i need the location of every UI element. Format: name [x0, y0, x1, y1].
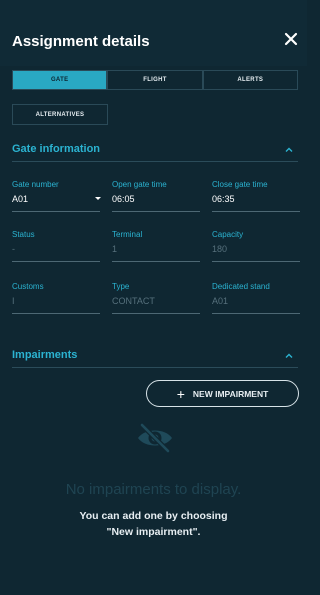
section-title: Gate information	[12, 143, 101, 155]
chevron-up-icon[interactable]	[284, 351, 294, 361]
caret-down-icon	[95, 197, 101, 200]
field-label: Status	[12, 230, 35, 239]
close-icon[interactable]	[283, 31, 299, 47]
field-label: Dedicated stand	[212, 282, 270, 291]
panel-header: Assignment details	[0, 0, 307, 66]
field-underline	[12, 211, 100, 212]
field-underline	[112, 211, 200, 212]
field-underline	[12, 261, 100, 262]
field-underline	[212, 261, 300, 262]
gate-information-section-header[interactable]: Gate information	[12, 140, 298, 162]
field-label: Open gate time	[112, 180, 167, 189]
tab-alternatives[interactable]: ALTERNATIVES	[12, 104, 108, 125]
new-impairment-button[interactable]: + NEW IMPAIRMENT	[146, 380, 299, 407]
section-title: Impairments	[12, 349, 78, 361]
field-value: 06:05	[112, 194, 135, 204]
impairments-section-header[interactable]: Impairments	[12, 346, 298, 368]
field-label: Capacity	[212, 230, 244, 239]
field-value: 06:35	[212, 194, 235, 204]
field-label: Type	[112, 282, 130, 291]
field-value: CONTACT	[112, 296, 155, 306]
field-underline	[212, 313, 300, 314]
empty-state-message: You can add one by choosing "New impairm…	[0, 508, 307, 540]
chevron-up-icon[interactable]	[284, 145, 294, 155]
field-value: 180	[212, 244, 228, 254]
plus-icon: +	[176, 385, 185, 402]
field-underline	[212, 211, 300, 212]
field-value: 1	[112, 244, 118, 254]
empty-state-line-2: "New impairment".	[106, 526, 201, 538]
field-value: -	[12, 244, 15, 254]
new-impairment-label: NEW IMPAIRMENT	[192, 388, 269, 399]
field-label: Close gate time	[212, 180, 268, 189]
field-value: I	[12, 296, 15, 306]
field-label: Gate number	[12, 180, 59, 189]
field-label: Customs	[12, 282, 44, 291]
section-divider	[12, 161, 298, 162]
field-label: Terminal	[112, 230, 143, 239]
field-value: A01	[212, 296, 229, 306]
empty-state-line-1: You can add one by choosing	[79, 510, 228, 522]
panel-title: Assignment details	[12, 33, 150, 50]
field-underline	[112, 313, 200, 314]
eye-off-icon	[138, 422, 172, 454]
tab-flight[interactable]: FLIGHT	[107, 70, 203, 90]
field-value: A01	[12, 194, 29, 204]
tab-alerts[interactable]: ALERTS	[202, 70, 298, 90]
field-underline	[12, 313, 100, 314]
section-divider	[12, 367, 298, 368]
tab-bar: GATE FLIGHT ALERTS	[12, 70, 298, 90]
tab-gate[interactable]: GATE	[12, 70, 108, 90]
empty-state-title: No impairments to display.	[65, 481, 242, 498]
field-underline	[112, 261, 200, 262]
